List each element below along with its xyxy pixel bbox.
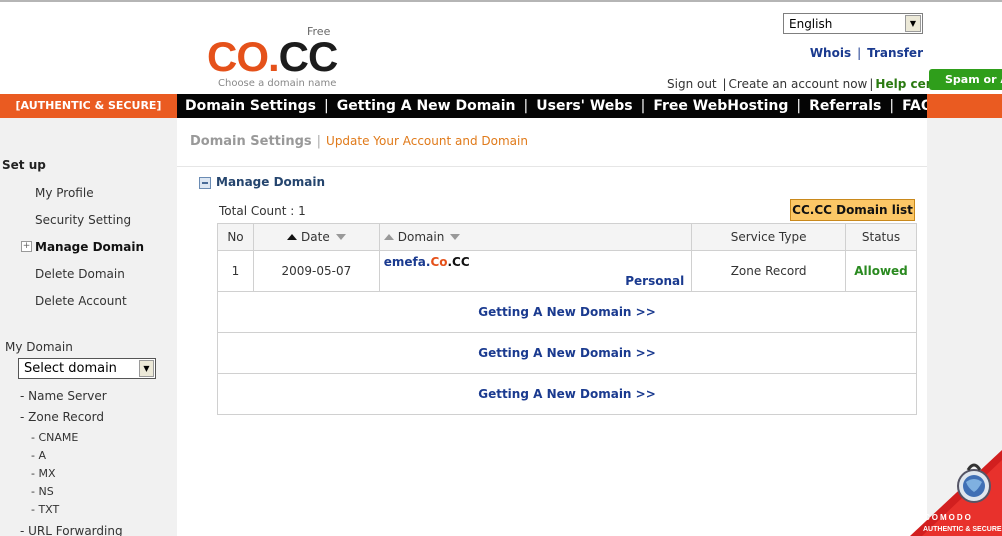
breadcrumb-domain-settings[interactable]: Domain Settings bbox=[190, 134, 312, 149]
sidebar-zone-a[interactable]: - A bbox=[31, 449, 46, 462]
get-new-domain-cell: Getting A New Domain >> bbox=[217, 291, 917, 333]
section-title: Manage Domain bbox=[216, 175, 326, 189]
col-no: No bbox=[217, 223, 254, 251]
sidebar-zone-mx[interactable]: - MX bbox=[31, 467, 56, 480]
cell-service-type: Zone Record bbox=[691, 250, 846, 292]
cell-no: 1 bbox=[217, 250, 254, 292]
comodo-caption: AUTHENTIC & SECURE bbox=[923, 526, 1002, 533]
comodo-seal-icon: COMODO AUTHENTIC & SECURE bbox=[910, 450, 1002, 536]
domain-select[interactable]: Select domain ▼ bbox=[18, 358, 156, 379]
sidebar-zone-cname[interactable]: - CNAME bbox=[31, 431, 78, 444]
get-new-domain-link[interactable]: Getting A New Domain >> bbox=[478, 346, 656, 360]
get-new-domain-link[interactable]: Getting A New Domain >> bbox=[478, 305, 656, 319]
breadcrumb-divider: | bbox=[316, 134, 322, 149]
comodo-secure-badge[interactable]: COMODO AUTHENTIC & SECURE bbox=[910, 450, 1002, 536]
top-links: Whois | Transfer bbox=[810, 46, 923, 60]
authentic-secure-label: [AUTHENTIC & SECURE] bbox=[0, 94, 177, 118]
breadcrumb: Domain Settings | Update Your Account and … bbox=[190, 134, 528, 149]
sidebar-zone-record[interactable]: - Zone Record bbox=[20, 410, 104, 424]
sidebar-zone-txt[interactable]: - TXT bbox=[31, 503, 59, 516]
sort-desc-icon[interactable] bbox=[335, 234, 346, 240]
spam-report-button[interactable]: Spam or A bbox=[929, 69, 1002, 90]
sidebar-url-forwarding[interactable]: - URL Forwarding bbox=[20, 524, 123, 536]
domain-table: No Date Domain Service Type Status 1 200… bbox=[217, 223, 917, 415]
transfer-link[interactable]: Transfer bbox=[867, 46, 923, 60]
status-badge: Allowed bbox=[845, 250, 917, 292]
sort-asc-icon[interactable] bbox=[287, 234, 298, 240]
nav-divider: | bbox=[889, 98, 895, 114]
get-new-domain-cell: Getting A New Domain >> bbox=[217, 332, 917, 374]
col-status: Status bbox=[845, 223, 917, 251]
nav-free-webhosting[interactable]: Free WebHosting bbox=[653, 98, 788, 114]
language-select[interactable]: English ▼ bbox=[783, 13, 923, 34]
table-row: 1 2009-05-07 emefa.Co.CC Personal Zone R… bbox=[217, 250, 917, 292]
nav-divider: | bbox=[796, 98, 802, 114]
site-logo[interactable]: Free CO.CC Choose a domain name bbox=[205, 24, 340, 92]
table-header-row: No Date Domain Service Type Status bbox=[217, 223, 917, 251]
domain-plan-link[interactable]: Personal bbox=[625, 274, 684, 288]
nav-getting-new-domain[interactable]: Getting A New Domain bbox=[337, 98, 516, 114]
get-new-domain-cell: Getting A New Domain >> bbox=[217, 373, 917, 415]
main-nav: Domain Settings | Getting A New Domain | Use… bbox=[177, 94, 933, 118]
sidebar: Set up My Profile Security Setting + Man… bbox=[0, 118, 177, 536]
table-row: Getting A New Domain >> bbox=[217, 291, 917, 333]
cell-date: 2009-05-07 bbox=[252, 250, 380, 292]
total-count: Total Count : 1 bbox=[219, 204, 306, 218]
sidebar-setup-heading: Set up bbox=[2, 158, 46, 172]
sidebar-zone-ns[interactable]: - NS bbox=[31, 485, 54, 498]
nav-divider: | bbox=[640, 98, 646, 114]
col-date[interactable]: Date bbox=[252, 223, 380, 251]
sidebar-item-security-setting[interactable]: Security Setting bbox=[35, 213, 131, 227]
sidebar-item-manage-domain[interactable]: Manage Domain bbox=[35, 240, 144, 254]
sidebar-item-delete-domain[interactable]: Delete Domain bbox=[35, 267, 125, 281]
nav-domain-settings[interactable]: Domain Settings bbox=[185, 98, 316, 114]
language-select-value: English bbox=[789, 17, 833, 31]
domain-name-link[interactable]: emefa.Co.CC bbox=[384, 255, 470, 269]
sort-asc-icon[interactable] bbox=[383, 234, 394, 240]
domain-list-button[interactable]: CC.CC Domain list bbox=[790, 199, 915, 221]
nav-divider: | bbox=[324, 98, 329, 114]
divider: | bbox=[869, 77, 874, 91]
chevron-down-icon[interactable]: ▼ bbox=[905, 15, 921, 32]
divider: | bbox=[857, 46, 862, 60]
col-date-label: Date bbox=[301, 230, 330, 244]
account-links: Sign out | Create an account now | Help cen… bbox=[667, 77, 954, 91]
whois-link[interactable]: Whois bbox=[810, 46, 851, 60]
nav-users-webs[interactable]: Users' Webs bbox=[536, 98, 632, 114]
sidebar-item-delete-account[interactable]: Delete Account bbox=[35, 294, 127, 308]
expand-icon: + bbox=[21, 241, 32, 252]
col-domain[interactable]: Domain bbox=[378, 223, 693, 251]
sidebar-item-my-profile[interactable]: My Profile bbox=[35, 186, 94, 200]
nav-referrals[interactable]: Referrals bbox=[809, 98, 881, 114]
comodo-text: COMODO bbox=[924, 513, 973, 522]
sign-out-link[interactable]: Sign out bbox=[667, 77, 717, 91]
logo-tagline: Choose a domain name bbox=[218, 78, 337, 89]
sort-desc-icon[interactable] bbox=[450, 234, 461, 240]
nav-divider: | bbox=[523, 98, 529, 114]
cell-domain: emefa.Co.CC Personal bbox=[378, 250, 693, 292]
chevron-down-icon[interactable]: ▼ bbox=[139, 360, 154, 377]
get-new-domain-link[interactable]: Getting A New Domain >> bbox=[478, 387, 656, 401]
create-account-link[interactable]: Create an account now bbox=[729, 77, 868, 91]
divider: | bbox=[722, 77, 727, 91]
col-service-type: Service Type bbox=[691, 223, 846, 251]
logo-mark: CO.CC bbox=[207, 33, 338, 80]
nav-right-band bbox=[927, 94, 1002, 118]
table-row: Getting A New Domain >> bbox=[217, 332, 917, 374]
my-domain-label: My Domain bbox=[5, 340, 73, 354]
table-row: Getting A New Domain >> bbox=[217, 373, 917, 415]
window-top-border bbox=[0, 0, 1002, 2]
sidebar-name-server[interactable]: - Name Server bbox=[20, 389, 107, 403]
collapse-icon bbox=[199, 177, 211, 189]
col-domain-label: Domain bbox=[397, 230, 445, 244]
domain-select-value: Select domain bbox=[24, 361, 117, 376]
divider bbox=[177, 166, 927, 167]
breadcrumb-update-account[interactable]: Update Your Account and Domain bbox=[326, 134, 528, 148]
